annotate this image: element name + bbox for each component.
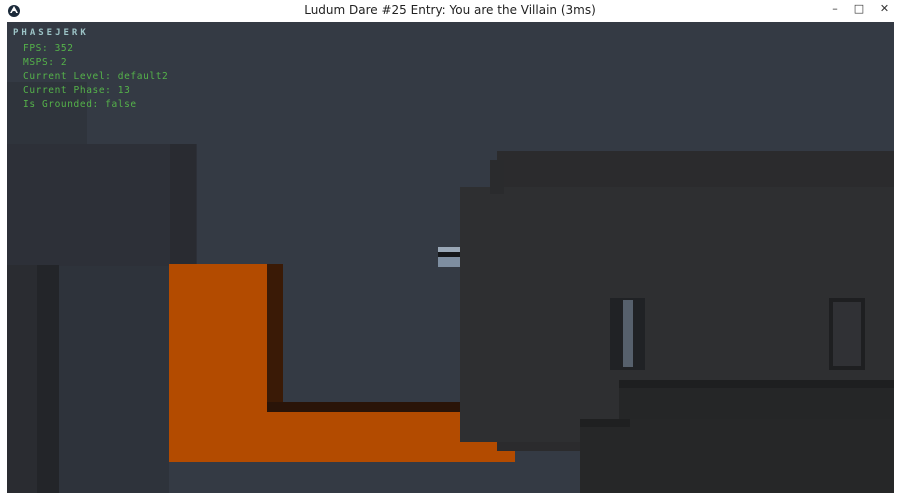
game-viewport[interactable]: PHASEJERK FPS: 352 MSPS: 2 Current Level…: [7, 22, 894, 493]
bg-block-left-upper: [7, 144, 197, 266]
bg-block-left-upper-side: [170, 144, 196, 266]
right-structure-edge: [490, 160, 504, 194]
title-bar[interactable]: Ludum Dare #25 Entry: You are the Villai…: [0, 0, 900, 22]
hud-is-grounded: Is Grounded: false: [23, 99, 137, 110]
step-block-2: [580, 419, 894, 493]
floating-platform: [438, 247, 460, 252]
game-title-logo: PHASEJERK: [13, 28, 89, 38]
game-scene: [7, 82, 894, 493]
window-title: Ludum Dare #25 Entry: You are the Villai…: [304, 3, 596, 17]
maximize-button[interactable]: □: [847, 0, 871, 20]
floating-platform-shadow: [438, 252, 460, 257]
step-block-2-top: [580, 419, 630, 427]
hud-current-phase: Current Phase: 13: [23, 85, 131, 96]
hud-msps: MSPS: 2: [23, 57, 68, 68]
hud-fps: FPS: 352: [23, 43, 74, 54]
hud-current-level: Current Level: default2: [23, 71, 169, 82]
close-button[interactable]: ✕: [869, 0, 900, 20]
minimize-button[interactable]: –: [823, 0, 847, 20]
bg-block-column: [59, 266, 169, 493]
floating-platform-bottom: [438, 257, 460, 267]
step-block-1-top: [619, 380, 894, 388]
bg-block-left-lower-face: [7, 265, 37, 493]
window-opening-1-light: [623, 300, 633, 367]
window-opening-2-inner: [833, 302, 861, 366]
game-window: Ludum Dare #25 Entry: You are the Villai…: [0, 0, 900, 499]
